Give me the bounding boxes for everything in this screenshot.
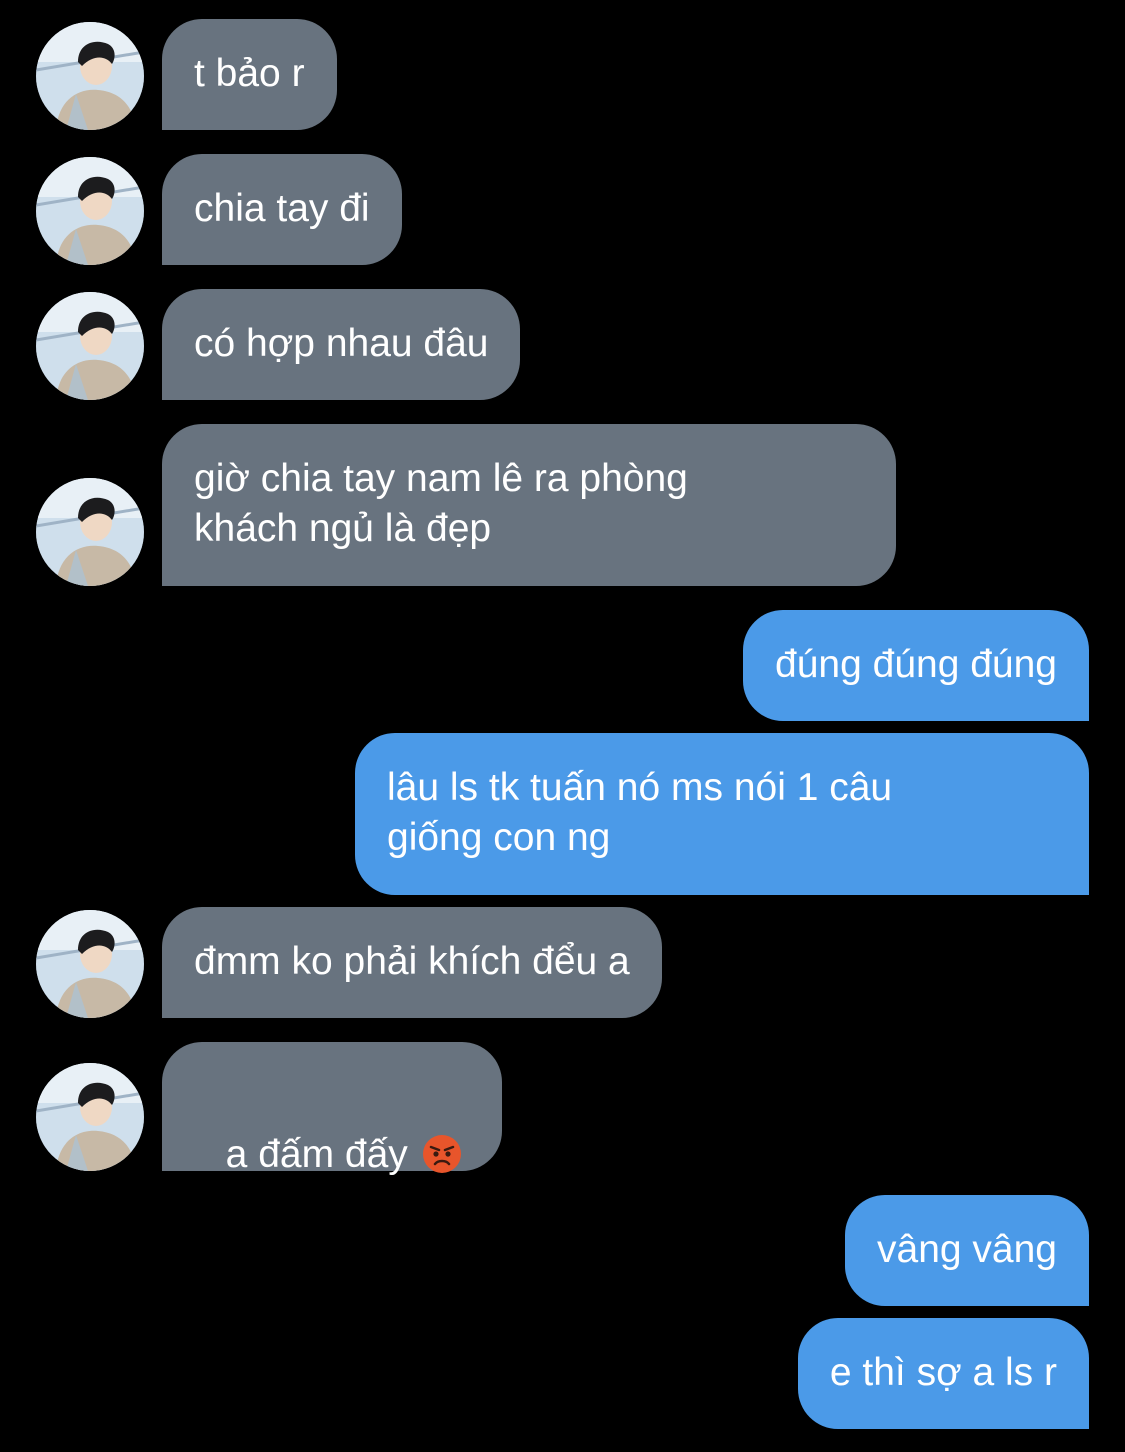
outgoing-message[interactable]: đúng đúng đúng	[743, 610, 1089, 721]
contact-avatar[interactable]	[36, 910, 144, 1018]
incoming-message[interactable]: t bảo r	[162, 19, 337, 130]
incoming-message[interactable]: chia tay đi	[162, 154, 402, 265]
outgoing-message[interactable]: vâng vâng	[845, 1195, 1089, 1306]
contact-avatar[interactable]	[36, 157, 144, 265]
contact-avatar[interactable]	[36, 478, 144, 586]
person-photo-icon	[36, 157, 144, 265]
incoming-message[interactable]: có hợp nhau đâu	[162, 289, 521, 400]
contact-avatar[interactable]	[36, 22, 144, 130]
incoming-message[interactable]: a đấm đấy	[162, 1042, 502, 1176]
person-photo-icon	[36, 22, 144, 130]
person-photo-icon	[36, 292, 144, 400]
person-photo-icon	[36, 1063, 144, 1171]
contact-avatar[interactable]	[36, 292, 144, 400]
message-text: a đấm đấy	[225, 1133, 408, 1176]
angry-face-icon	[422, 1135, 461, 1173]
outgoing-message[interactable]: e thì sợ a ls r	[797, 1318, 1089, 1429]
incoming-message[interactable]: đmm ko phải khích đểu a	[162, 907, 662, 1018]
person-photo-icon	[36, 478, 144, 586]
outgoing-message[interactable]: lâu ls tk tuấn nó ms nói 1 câu giống con…	[355, 733, 1089, 895]
person-photo-icon	[36, 910, 144, 1018]
contact-avatar[interactable]	[36, 1063, 144, 1171]
incoming-message[interactable]: giờ chia tay nam lê ra phòng khách ngủ l…	[162, 424, 896, 586]
